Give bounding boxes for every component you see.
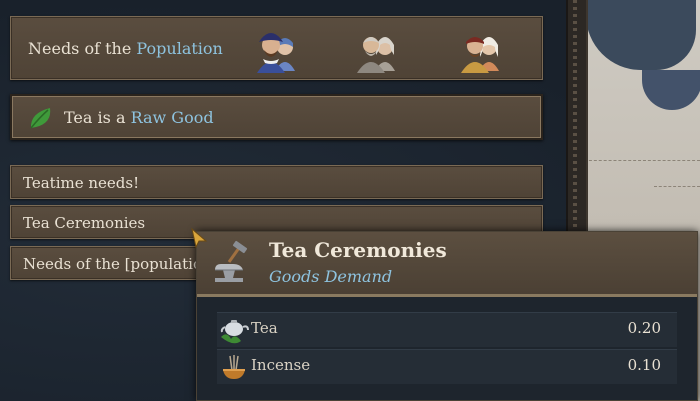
teatime-needs-button[interactable]: Teatime needs! [10, 165, 543, 199]
raw-good-label: Tea is a Raw Good [64, 108, 214, 127]
anvil-hammer-icon [215, 240, 248, 282]
goods-value: 0.20 [627, 319, 661, 337]
map-road [584, 160, 700, 162]
row-label: Needs of the [population [23, 255, 212, 273]
population-link[interactable]: Population [136, 39, 222, 58]
map-lake [642, 70, 700, 110]
goods-name: Incense [251, 356, 311, 374]
title-prefix: Needs of the [28, 39, 137, 58]
tooltip-title: Tea Ceremonies [269, 238, 447, 262]
goods-demand-tooltip: Tea Ceremonies Goods Demand Tea 0.20 Inc… [196, 231, 698, 401]
goods-row-incense: Incense 0.10 [217, 349, 677, 384]
mouse-cursor-icon [191, 227, 208, 249]
population-needs-title: Needs of the Population [28, 39, 223, 58]
goods-row-tea: Tea 0.20 [217, 312, 677, 347]
tea-leaf-icon [30, 108, 51, 129]
goods-value: 0.10 [627, 356, 661, 374]
goods-demand-list: Tea 0.20 Incense 0.10 [217, 312, 677, 384]
raw-good-prefix: Tea is a [64, 108, 131, 127]
tooltip-subtitle: Goods Demand [269, 267, 393, 286]
map-road [654, 186, 700, 188]
teapot-icon [220, 320, 249, 344]
population-needs-panel[interactable]: Needs of the Population [10, 16, 543, 80]
peasants-portrait-icon [357, 37, 395, 73]
incense-icon [223, 355, 245, 379]
tooltip-header: Tea Ceremonies Goods Demand [197, 232, 697, 297]
row-label: Teatime needs! [23, 174, 140, 192]
nobles-portrait-icon [257, 33, 295, 73]
row-label: Tea Ceremonies [23, 214, 146, 232]
raw-good-link[interactable]: Raw Good [131, 108, 214, 127]
goods-name: Tea [251, 319, 278, 337]
raw-good-panel[interactable]: Tea is a Raw Good [10, 94, 543, 140]
map-lake [586, 0, 696, 70]
burghers-portrait-icon [461, 37, 499, 73]
